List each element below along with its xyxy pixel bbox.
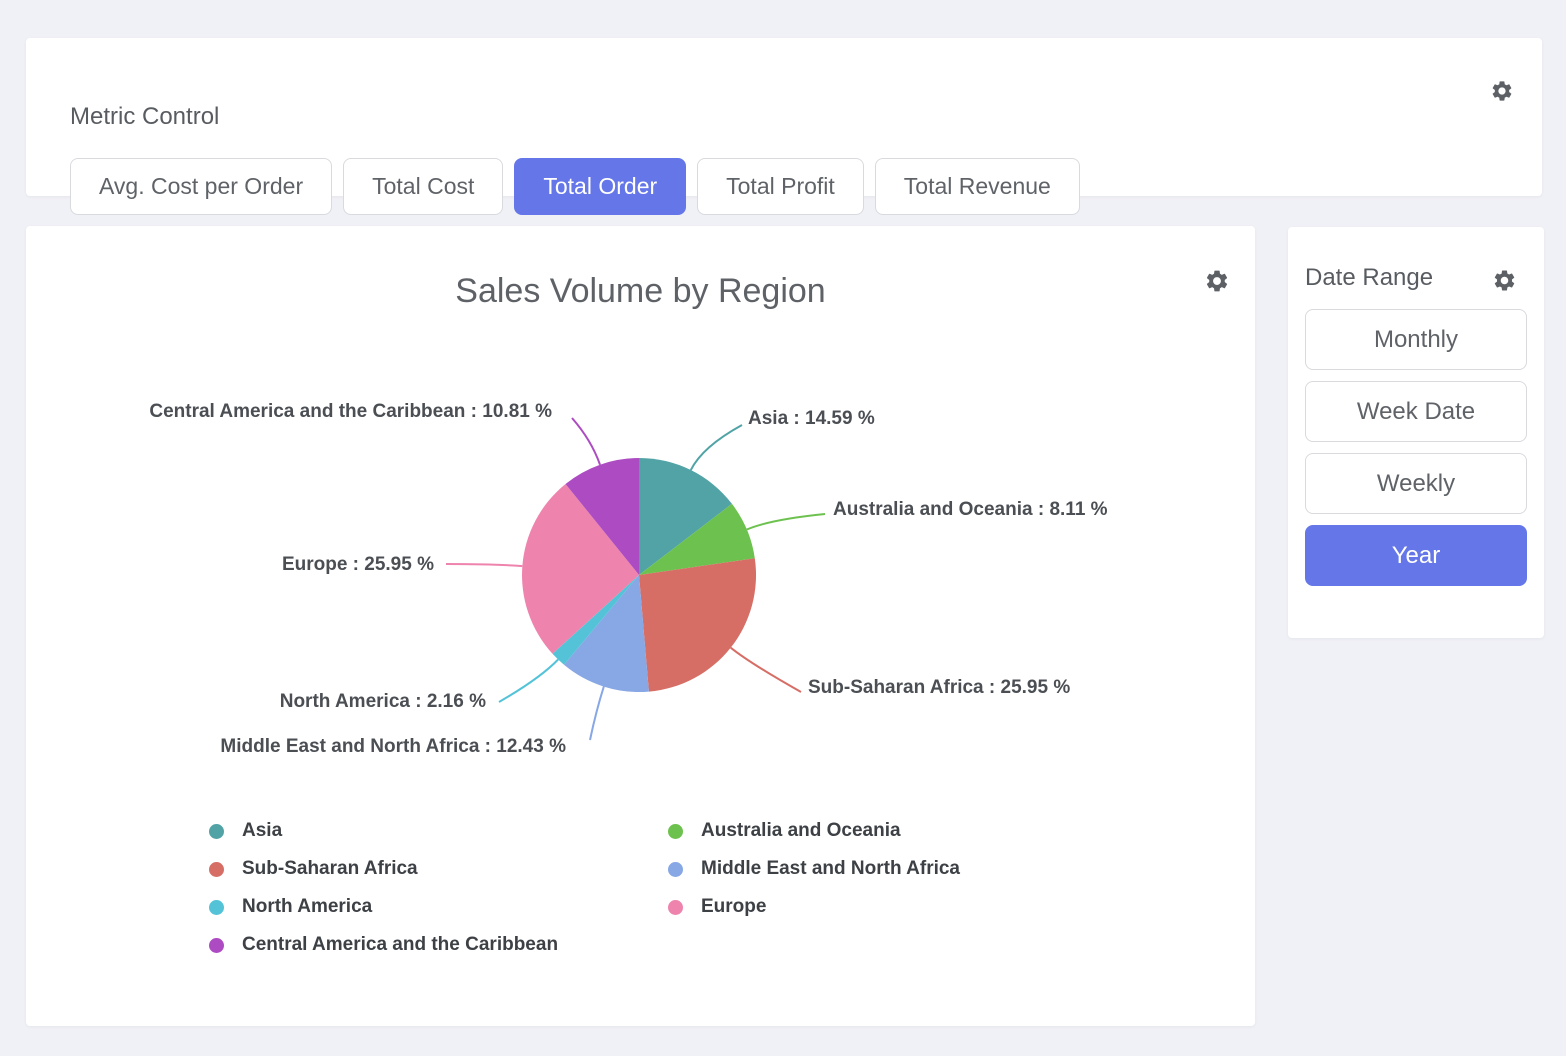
legend-item-north-america[interactable]: North America <box>209 888 668 926</box>
leader-line-asia <box>691 425 742 470</box>
chart-legend: Asia Australia and Oceania Sub-Saharan Afr… <box>209 812 960 964</box>
page-background: { "app": { "background_color": "#f0f1f6"… <box>0 0 1566 1056</box>
metric-button-total-profit[interactable]: Total Profit <box>697 158 864 215</box>
callout-label-australia-and-oceania: Australia and Oceania : 8.11 % <box>833 498 1108 522</box>
metric-buttons-group: Avg. Cost per OrderTotal CostTotal Order… <box>70 158 1080 215</box>
legend-dot-asia <box>209 824 224 839</box>
legend-dot-australia-and-oceania <box>668 824 683 839</box>
legend-label-europe: Europe <box>701 896 766 918</box>
legend-item-asia[interactable]: Asia <box>209 812 668 850</box>
date-range-card: Date Range Monthly Week Date Weekly Year <box>1288 227 1544 638</box>
leader-line-north-america <box>499 660 558 703</box>
sales-volume-chart-card: Sales Volume by Region Asia : 14.59 %Aus… <box>26 226 1255 1026</box>
legend-label-middle-east-and-north-africa: Middle East and North Africa <box>701 858 960 880</box>
legend-label-asia: Asia <box>242 820 282 842</box>
leader-line-sub-saharan-africa <box>731 648 801 692</box>
legend-item-sub-saharan-africa[interactable]: Sub-Saharan Africa <box>209 850 668 888</box>
range-button-week-date[interactable]: Week Date <box>1305 381 1527 442</box>
metric-button-total-revenue[interactable]: Total Revenue <box>875 158 1080 215</box>
metric-button-total-cost[interactable]: Total Cost <box>343 158 503 215</box>
legend-item-europe[interactable]: Europe <box>668 888 960 926</box>
legend-dot-sub-saharan-africa <box>209 862 224 877</box>
date-range-settings-gear-icon[interactable] <box>1492 268 1517 293</box>
legend-item-middle-east-and-north-africa[interactable]: Middle East and North Africa <box>668 850 960 888</box>
leader-line-middle-east-and-north-africa <box>590 687 604 740</box>
legend-label-central-america-and-the-caribbean: Central America and the Caribbean <box>242 934 558 956</box>
legend-item-australia-and-oceania[interactable]: Australia and Oceania <box>668 812 960 850</box>
legend-dot-central-america-and-the-caribbean <box>209 938 224 953</box>
legend-label-north-america: North America <box>242 896 372 918</box>
legend-dot-middle-east-and-north-africa <box>668 862 683 877</box>
range-button-year[interactable]: Year <box>1305 525 1527 586</box>
callout-label-north-america: North America : 2.16 % <box>280 690 486 714</box>
leader-line-europe <box>446 564 522 566</box>
callout-label-middle-east-and-north-africa: Middle East and North Africa : 12.43 % <box>220 735 566 759</box>
range-button-weekly[interactable]: Weekly <box>1305 453 1527 514</box>
legend-item-central-america-and-the-caribbean[interactable]: Central America and the Caribbean <box>209 926 668 964</box>
metric-settings-gear-icon[interactable] <box>1490 79 1514 103</box>
metric-control-title: Metric Control <box>70 102 219 132</box>
callout-label-europe: Europe : 25.95 % <box>282 553 434 577</box>
legend-dot-north-america <box>209 900 224 915</box>
pie-slice-sub-saharan-africa[interactable] <box>639 558 756 691</box>
leader-line-central-america-and-the-caribbean <box>572 418 600 465</box>
range-button-monthly[interactable]: Monthly <box>1305 309 1527 370</box>
legend-label-sub-saharan-africa: Sub-Saharan Africa <box>242 858 418 880</box>
legend-label-australia-and-oceania: Australia and Oceania <box>701 820 901 842</box>
callout-label-sub-saharan-africa: Sub-Saharan Africa : 25.95 % <box>808 676 1070 700</box>
leader-line-australia-and-oceania <box>747 514 825 530</box>
date-range-title: Date Range <box>1305 263 1433 293</box>
metric-control-card: Metric Control Avg. Cost per OrderTotal … <box>26 38 1542 196</box>
callout-label-asia: Asia : 14.59 % <box>748 407 875 431</box>
date-range-buttons-group: Monthly Week Date Weekly Year <box>1305 309 1527 586</box>
legend-dot-europe <box>668 900 683 915</box>
metric-button-avg-cost-per-order[interactable]: Avg. Cost per Order <box>70 158 332 215</box>
metric-button-total-order[interactable]: Total Order <box>514 158 686 215</box>
callout-label-central-america-and-the-caribbean: Central America and the Caribbean : 10.8… <box>149 400 552 424</box>
